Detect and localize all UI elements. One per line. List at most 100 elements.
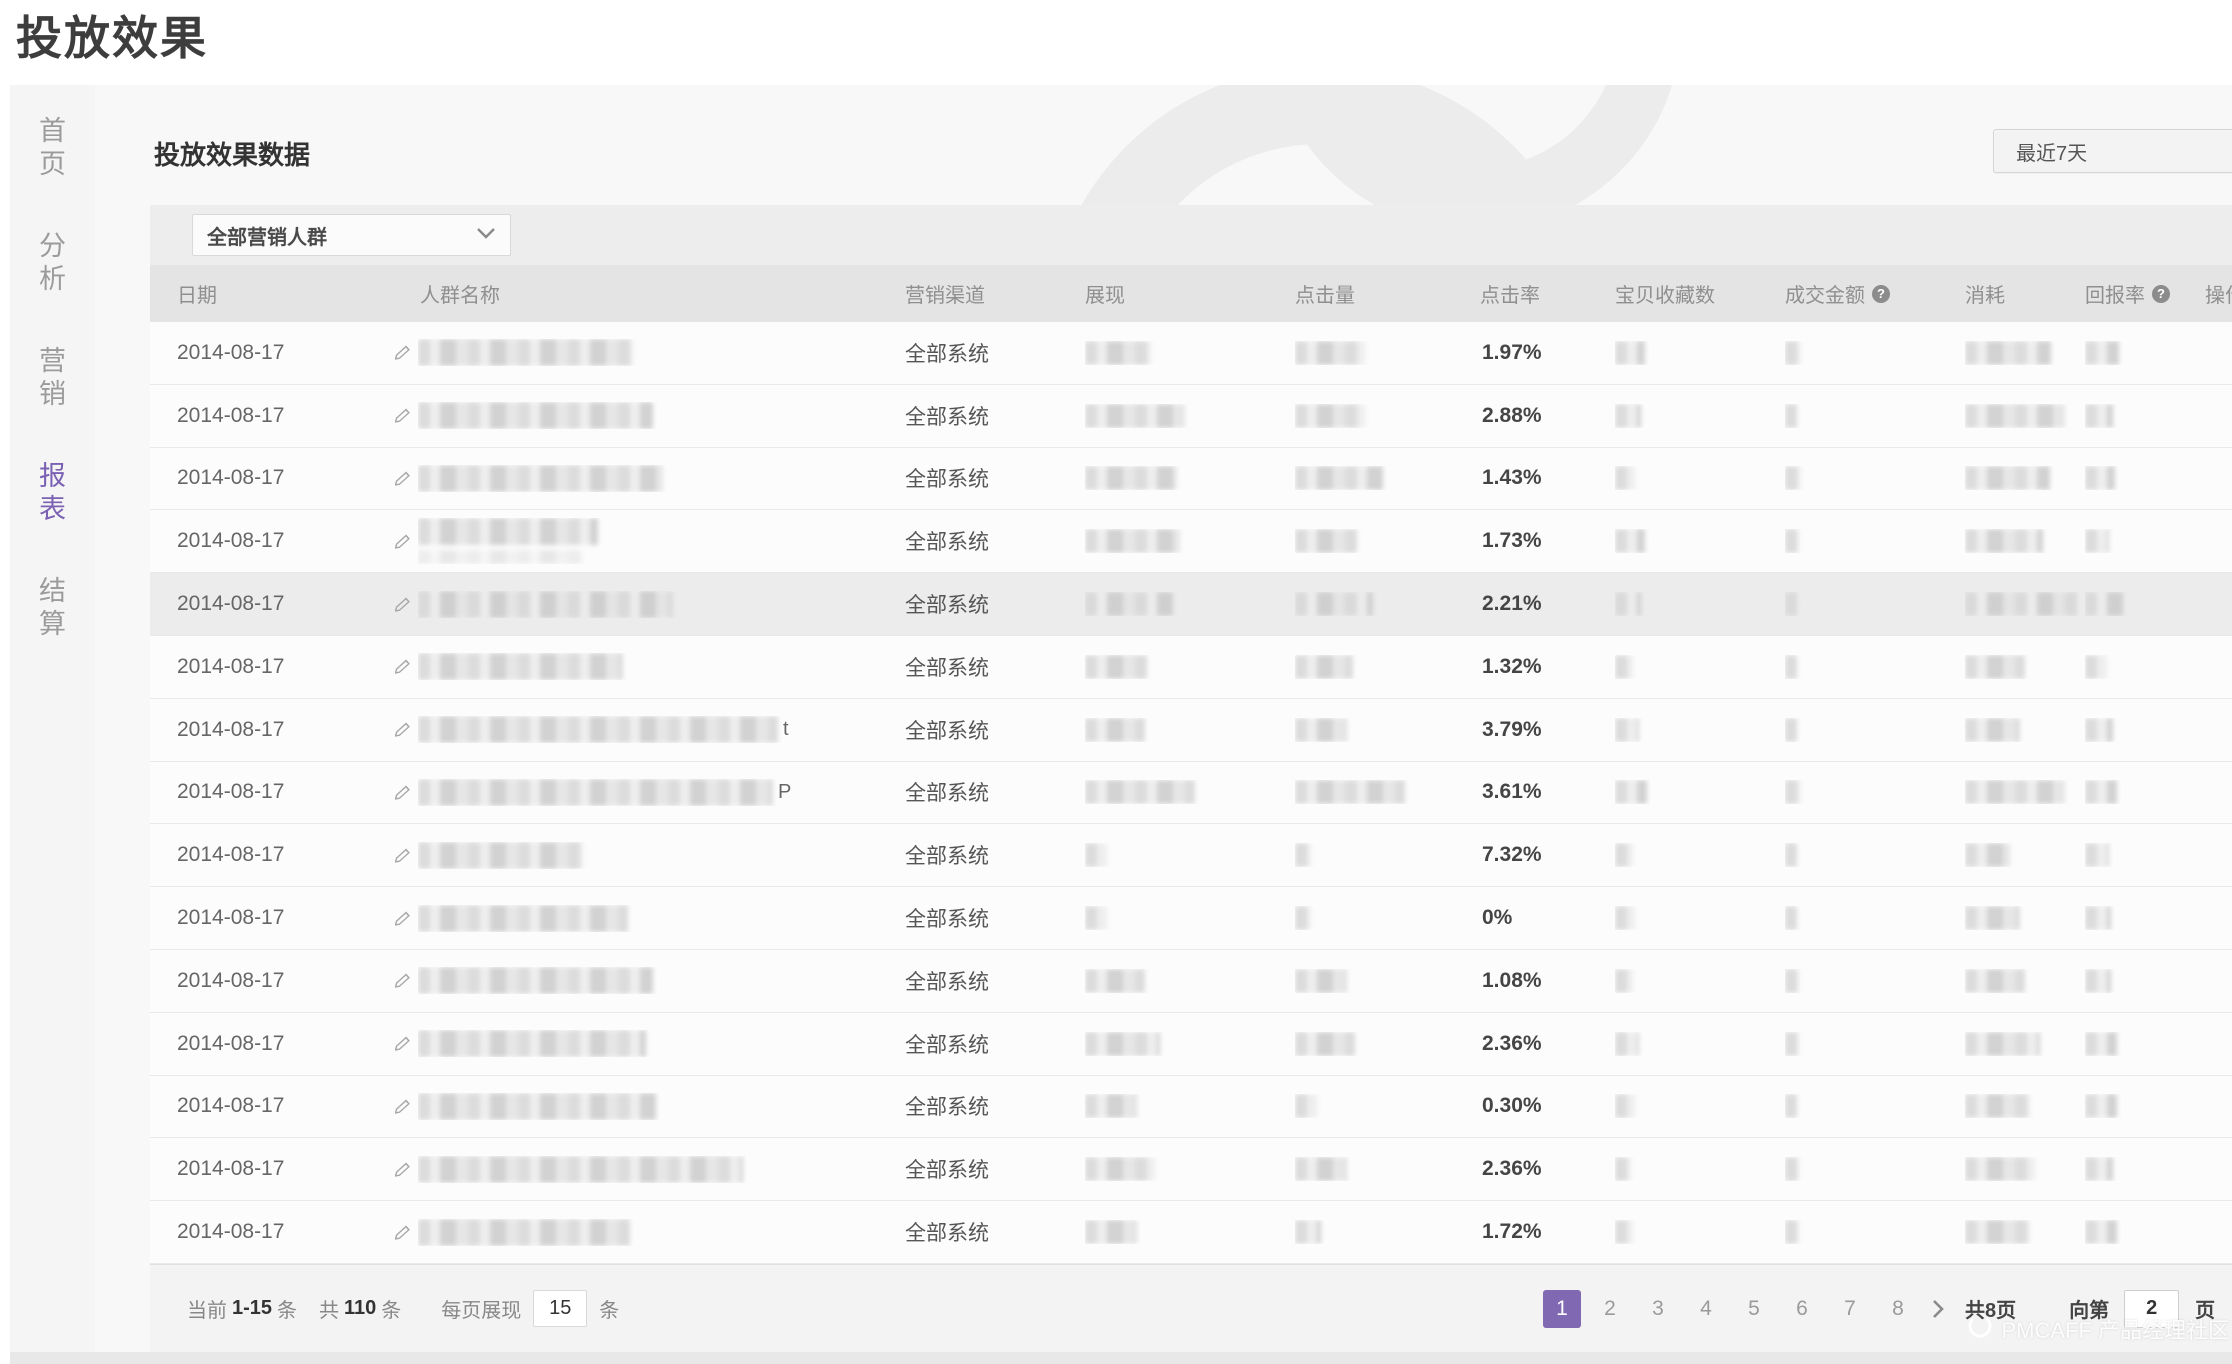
date-cell: 2014-08-17 [150,718,388,742]
channel-cell: 全部系统 [905,652,1085,682]
redacted-spend [1965,341,2051,365]
page-number[interactable]: 6 [1783,1290,1821,1328]
page-number[interactable]: 3 [1639,1290,1677,1328]
edit-icon[interactable] [388,910,418,927]
sidebar-item-报表[interactable]: 报表 [37,460,69,526]
table-row[interactable]: 2014-08-17 全部系统 0.30% [150,1076,2232,1139]
column-header-spend[interactable]: 消耗 [1965,279,2085,308]
total-pages: 共8页 [1965,1294,2016,1323]
sidebar-item-首页[interactable]: 首页 [37,115,69,181]
edit-icon[interactable] [388,847,418,864]
redacted-spend [1965,780,2065,804]
redacted-amount [1785,1157,1799,1181]
edit-icon[interactable] [388,1161,418,1178]
edit-icon[interactable] [388,1224,418,1241]
sidebar-item-结算[interactable]: 结算 [37,575,69,641]
page-number[interactable]: 7 [1831,1290,1869,1328]
sidebar-item-分析[interactable]: 分析 [37,230,69,296]
per-page-input[interactable]: 15 [533,1290,587,1327]
ctr-cell: 7.32% [1480,843,1615,867]
edit-icon[interactable] [388,470,418,487]
date-cell: 2014-08-17 [150,655,388,679]
audience-filter-dropdown[interactable]: 全部营销人群 [192,214,511,256]
help-icon[interactable]: ? [1872,285,1890,303]
column-header-amount[interactable]: 成交金额 ? [1785,279,1965,308]
table-row[interactable]: 2014-08-17 t 全部系统 3.79% [150,699,2232,762]
redacted-roi [2085,718,2113,742]
edit-icon[interactable] [388,721,418,738]
date-cell: 2014-08-17 [150,1094,388,1118]
ctr-cell: 3.79% [1480,718,1615,742]
redacted-spend [1965,466,2050,490]
column-header-roi[interactable]: 回报率 ? [2085,279,2205,308]
edit-icon[interactable] [388,596,418,613]
column-header-channel[interactable]: 营销渠道 [905,279,1085,308]
redacted-favorites [1615,529,1645,553]
next-page-icon[interactable] [1931,1299,1945,1319]
table-row[interactable]: 2014-08-17 全部系统 1.32% [150,636,2232,699]
edit-icon[interactable] [388,407,418,424]
table-row[interactable]: 2014-08-17 全部系统 0% [150,887,2232,950]
redacted-amount [1785,1220,1799,1244]
column-header-date[interactable]: 日期 [150,279,388,308]
page-number[interactable]: 2 [1591,1290,1629,1328]
channel-cell: 全部系统 [905,1217,1085,1247]
redacted-roi [2085,843,2109,867]
edit-icon[interactable] [388,533,418,550]
table-row[interactable]: 2014-08-17 全部系统 1.08% [150,950,2232,1013]
page-number[interactable]: 8 [1879,1290,1917,1328]
edit-icon[interactable] [388,1098,418,1115]
channel-cell: 全部系统 [905,777,1085,807]
table-row[interactable]: 2014-08-17 全部系统 2.21% [150,573,2232,636]
table-row[interactable]: 2014-08-17 全部系统 7.32% [150,824,2232,887]
table-row[interactable]: 2014-08-17 全部系统 1.72% [150,1201,2232,1264]
channel-cell: 全部系统 [905,840,1085,870]
table-row[interactable]: 2014-08-17 全部系统 2.36% [150,1013,2232,1076]
ctr-cell: 2.36% [1480,1157,1615,1181]
unit-label: 条 [381,1294,401,1323]
redacted-impressions [1085,1032,1160,1056]
help-icon[interactable]: ? [2152,285,2170,303]
sidebar-item-营销[interactable]: 营销 [37,345,69,411]
ctr-cell: 1.73% [1480,529,1615,553]
redacted-roi [2085,529,2109,553]
page-number[interactable]: 1 [1543,1290,1581,1328]
redacted-impressions [1085,1094,1137,1118]
edit-icon[interactable] [388,1035,418,1052]
redacted-name [418,1030,646,1057]
table-row[interactable]: 2014-08-17 P 全部系统 3.61% [150,762,2232,825]
page-number[interactable]: 5 [1735,1290,1773,1328]
table-row[interactable]: 2014-08-17 全部系统 1.73% [150,510,2232,573]
column-header-actions[interactable]: 操作 [2205,279,2232,308]
column-header-clicks[interactable]: 点击量 [1295,279,1480,308]
channel-cell: 全部系统 [905,589,1085,619]
redacted-roi [2085,969,2111,993]
date-range-label: 最近7天 [2016,137,2087,166]
edit-icon[interactable] [388,344,418,361]
redacted-amount [1785,969,1799,993]
redacted-roi [2085,1220,2117,1244]
edit-icon[interactable] [388,784,418,801]
table-row[interactable]: 2014-08-17 全部系统 2.36% [150,1138,2232,1201]
edit-icon[interactable] [388,972,418,989]
table-row[interactable]: 2014-08-17 全部系统 2.88% [150,385,2232,448]
redacted-roi [2085,404,2113,428]
redacted-name [418,1093,656,1120]
redacted-name [418,591,673,618]
column-header-impressions[interactable]: 展现 [1085,279,1295,308]
date-range-button[interactable]: 最近7天 [1993,129,2232,173]
redacted-favorites [1615,1157,1631,1181]
column-header-ctr[interactable]: 点击率 [1480,279,1615,308]
edit-icon[interactable] [388,658,418,675]
column-header-favorites[interactable]: 宝贝收藏数 [1615,279,1785,308]
table-row[interactable]: 2014-08-17 全部系统 1.43% [150,448,2232,511]
redacted-impressions [1085,1157,1155,1181]
audience-name-cell [418,967,905,994]
date-cell: 2014-08-17 [150,780,388,804]
redacted-spend [1965,906,2020,930]
channel-cell: 全部系统 [905,1091,1085,1121]
column-header-name[interactable]: 人群名称 [388,279,905,308]
page-number[interactable]: 4 [1687,1290,1725,1328]
goto-page-input[interactable]: 2 [2124,1290,2179,1328]
table-row[interactable]: 2014-08-17 全部系统 1.97% [150,322,2232,385]
